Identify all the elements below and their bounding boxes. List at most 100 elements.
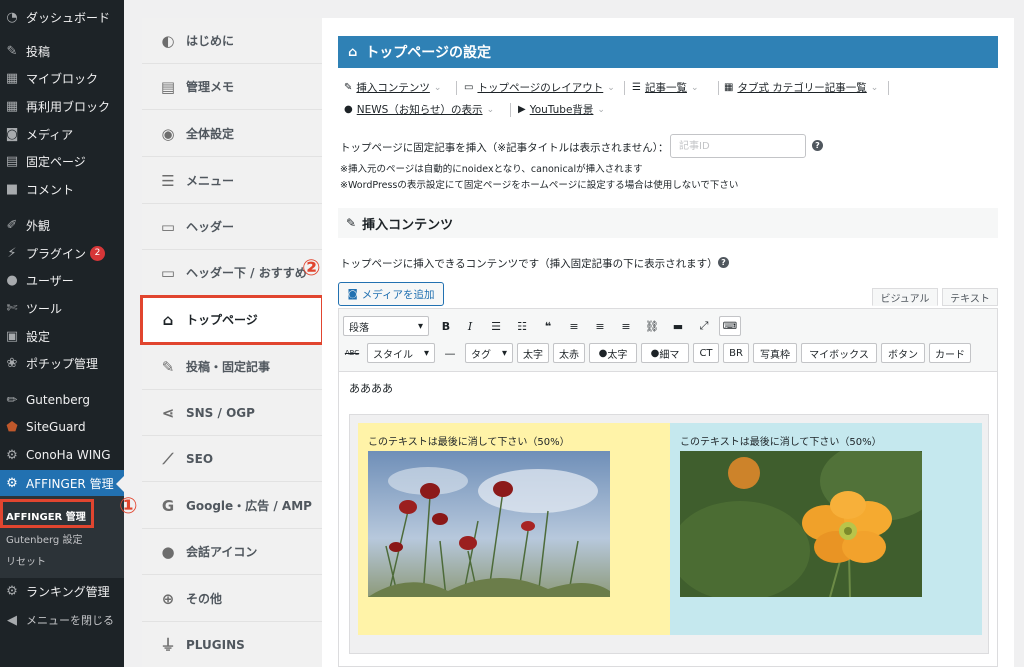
wp-menu-reusable-blocks[interactable]: ▦ 再利用ブロック xyxy=(0,93,124,119)
add-media-button[interactable]: ◙ メディアを追加 xyxy=(338,282,444,306)
affinger-nav-menu[interactable]: ☰ メニュー xyxy=(142,158,322,204)
wp-menu-conoha[interactable]: ⚙ ConoHa WING xyxy=(0,442,124,468)
photo-frame-button[interactable]: 写真枠 xyxy=(753,343,797,363)
chevron-down-icon: ▾ xyxy=(501,347,507,359)
wp-menu-plugins[interactable]: ⚡ プラグイン 2 xyxy=(0,240,124,266)
tab-tabbed-category-list[interactable]: ▦ タブ式 カテゴリー記事一覧 ⌄ xyxy=(724,80,878,95)
link-icon[interactable]: ⛓ xyxy=(643,316,661,336)
avatar-thin-button[interactable]: ● 細マ xyxy=(641,343,689,363)
bold-text-button[interactable]: 太字 xyxy=(517,343,549,363)
affinger-nav-posts[interactable]: ✎ 投稿・固定記事 xyxy=(142,344,322,390)
italic-button[interactable]: I xyxy=(461,316,479,336)
wp-menu-users[interactable]: ● ユーザー xyxy=(0,267,124,293)
blockquote-icon[interactable]: ❝ xyxy=(539,316,557,336)
section-header: ✎ 挿入コンテンツ xyxy=(338,208,998,238)
bold-button[interactable]: B xyxy=(437,316,455,336)
wp-menu-pages[interactable]: ▤ 固定ページ xyxy=(0,148,124,174)
wp-menu-appearance[interactable]: ✐ 外観 xyxy=(0,212,124,238)
submenu-reset[interactable]: リセット xyxy=(6,553,46,568)
user-icon: ● xyxy=(6,272,18,288)
share-icon: ⋖ xyxy=(161,403,175,422)
column-caption: このテキストは最後に消して下さい（50%） xyxy=(368,437,570,448)
avatar-bold-button[interactable]: ● 太字 xyxy=(589,343,637,363)
tab-top-page-layout[interactable]: ▭ トップページのレイアウト ⌄ xyxy=(464,80,615,95)
divider xyxy=(624,81,625,95)
tab-text[interactable]: テキスト xyxy=(942,288,998,306)
post-id-input[interactable] xyxy=(670,134,806,158)
my-box-button[interactable]: マイボックス xyxy=(801,343,877,363)
menu-icon: ☰ xyxy=(161,171,175,190)
poppy-sky-photo xyxy=(368,451,610,597)
read-more-icon[interactable]: ▬ xyxy=(669,316,687,336)
current-menu-arrow xyxy=(116,476,124,492)
tab-post-list[interactable]: ☰ 記事一覧 ⌄ xyxy=(632,80,699,95)
tag-select[interactable]: タグ ▾ xyxy=(465,343,513,363)
gear-icon: ⚙ xyxy=(6,447,18,463)
wp-menu-comments[interactable]: ■ コメント xyxy=(0,176,124,202)
document-icon: ▤ xyxy=(160,77,176,96)
bold-red-button[interactable]: 太赤 xyxy=(553,343,585,363)
column-left: このテキストは最後に消して下さい（50%） xyxy=(358,423,670,635)
affinger-nav-seo[interactable]: ⟋ SEO xyxy=(142,436,322,482)
wp-menu-posts[interactable]: ✎ 投稿 xyxy=(0,38,124,64)
toolbar-toggle-icon[interactable]: ⌨ xyxy=(719,316,741,336)
chevron-down-icon: ⌄ xyxy=(597,104,605,115)
numbered-list-icon[interactable]: ☷ xyxy=(513,316,531,336)
affinger-nav-intro[interactable]: ◐ はじめに xyxy=(142,18,322,64)
tab-news[interactable]: ● NEWS（お知らせ）の表示 ⌄ xyxy=(344,102,494,117)
grid-icon: ▦ xyxy=(5,70,19,86)
affinger-nav-global[interactable]: ◉ 全体設定 xyxy=(142,111,322,157)
affinger-nav-plugins[interactable]: ⏚ PLUGINS xyxy=(142,622,322,667)
help-icon[interactable]: ? xyxy=(718,257,729,268)
affinger-nav-memo[interactable]: ▤ 管理メモ xyxy=(142,64,322,110)
align-center-icon[interactable]: ≡ xyxy=(591,316,609,336)
chevron-down-icon: ▾ xyxy=(423,347,429,359)
affinger-nav-google[interactable]: G Google・広告 / AMP xyxy=(142,483,322,529)
wp-menu-my-blocks[interactable]: ▦ マイブロック xyxy=(0,65,124,91)
tab-insert-content[interactable]: ✎ 挿入コンテンツ ⌄ xyxy=(344,80,441,95)
wp-menu-settings[interactable]: ▣ 設定 xyxy=(0,323,124,349)
button-insert-button[interactable]: ボタン xyxy=(881,343,925,363)
wp-menu-media[interactable]: ◙ メディア xyxy=(0,121,124,147)
format-select[interactable]: 段落 ▾ xyxy=(343,316,429,336)
plugin-update-badge: 2 xyxy=(90,245,106,261)
wp-menu-dashboard[interactable]: ◔ ダッシュボード xyxy=(0,4,124,30)
wp-menu-affinger[interactable]: ⚙ AFFINGER 管理 xyxy=(0,470,124,496)
affinger-nav-header[interactable]: ▭ ヘッダー xyxy=(142,204,322,250)
br-button[interactable]: BR xyxy=(723,343,749,363)
note-static-front: ※WordPressの表示設定にて固定ページをホームページに設定する場合は使用し… xyxy=(340,180,739,191)
affinger-nav-header-below[interactable]: ▭ ヘッダー下 / おすすめ xyxy=(142,250,322,296)
help-icon[interactable]: ? xyxy=(812,140,823,151)
gear-icon: ⚙ xyxy=(6,583,18,599)
fullscreen-icon[interactable]: ⤢ xyxy=(695,316,713,336)
tab-visual[interactable]: ビジュアル xyxy=(872,288,938,306)
editor-content-area[interactable]: ああああ このテキストは最後に消して下さい（50%） このテキストは最後に消して… xyxy=(338,372,998,667)
affinger-nav-sns[interactable]: ⋖ SNS / OGP xyxy=(142,390,322,436)
plugin-icon: ⚡ xyxy=(7,245,17,261)
tab-youtube-bg[interactable]: ▶ YouTube背景 ⌄ xyxy=(518,102,605,117)
align-left-icon[interactable]: ≡ xyxy=(565,316,583,336)
wp-menu-ranking[interactable]: ⚙ ランキング管理 xyxy=(0,578,124,604)
strikethrough-icon[interactable]: ABC xyxy=(343,343,361,363)
annotation-highlight-top-page xyxy=(140,295,324,345)
wp-menu-gutenberg[interactable]: ✏ Gutenberg xyxy=(0,387,124,413)
horizontal-rule-icon[interactable]: — xyxy=(441,343,459,363)
affinger-nav-other[interactable]: ⊕ その他 xyxy=(142,576,322,622)
layout-icon: ▭ xyxy=(464,82,474,93)
annotation-number-two: ② xyxy=(302,256,321,281)
wp-menu-pochipp[interactable]: ❀ ポチップ管理 xyxy=(0,350,124,376)
wp-menu-collapse[interactable]: ◀ メニューを閉じる xyxy=(0,607,124,633)
card-button[interactable]: カード xyxy=(929,343,971,363)
chevron-down-icon: ⌄ xyxy=(433,82,442,93)
submenu-gutenberg-settings[interactable]: Gutenberg 設定 xyxy=(6,531,82,546)
ct-button[interactable]: CT xyxy=(693,343,719,363)
wp-menu-siteguard[interactable]: ⬟ SiteGuard xyxy=(0,414,124,440)
affinger-nav-chat-icons[interactable]: ● 会話アイコン xyxy=(142,529,322,575)
bullet-list-icon[interactable]: ☰ xyxy=(487,316,505,336)
align-right-icon[interactable]: ≡ xyxy=(617,316,635,336)
page-title-bar: ⌂ トップページの設定 xyxy=(338,36,998,68)
edit-icon: ✎ xyxy=(344,82,353,93)
wp-menu-tools[interactable]: ✄ ツール xyxy=(0,295,124,321)
style-select[interactable]: スタイル ▾ xyxy=(367,343,435,363)
youtube-icon: ▶ xyxy=(518,104,526,115)
